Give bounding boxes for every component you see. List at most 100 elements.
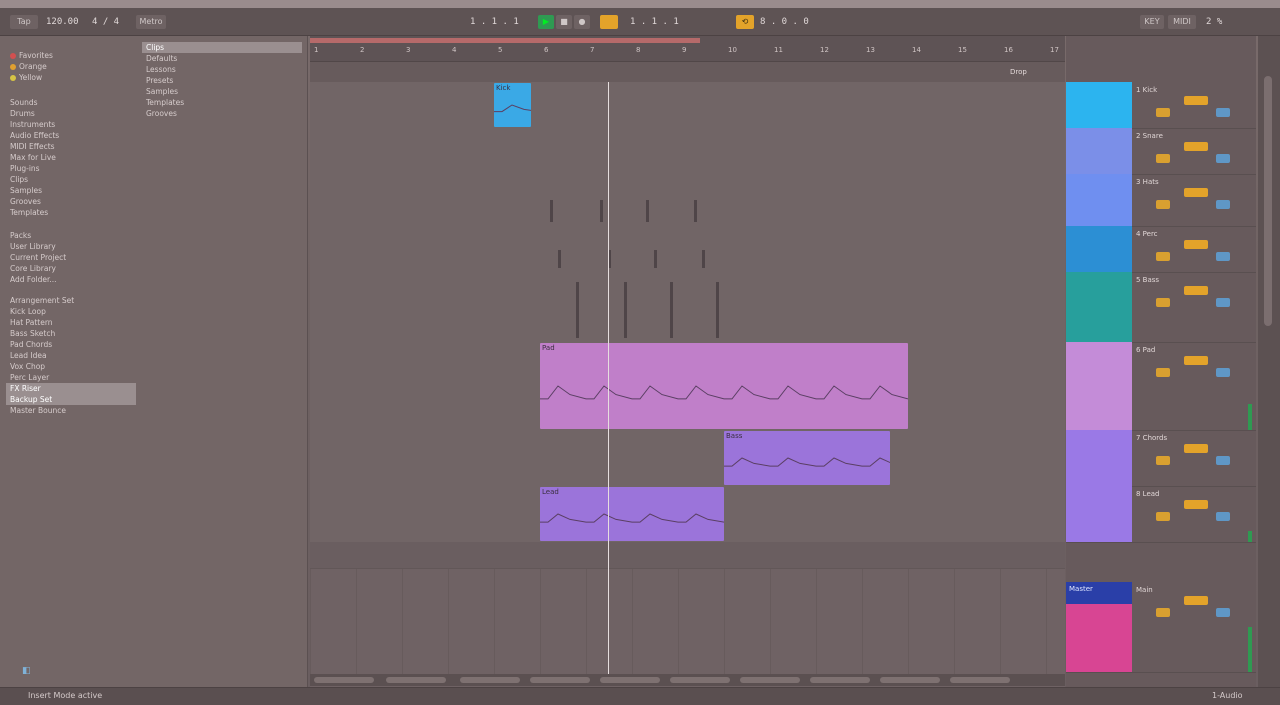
project-item[interactable]: Perc Layer [6,372,136,383]
track-color-strip[interactable] [1066,342,1132,430]
track-solo-button[interactable] [1156,456,1170,465]
track-solo-button[interactable] [1156,252,1170,261]
place-item[interactable]: User Library [6,241,136,252]
track-name[interactable]: 4 Perc [1136,230,1158,238]
track-arm-button[interactable] [1216,512,1230,521]
stop-button[interactable]: ■ [556,15,572,29]
signature-field[interactable]: 4 / 4 [92,15,128,29]
track-activator-button[interactable] [1184,444,1208,453]
track-lane[interactable] [310,128,1065,175]
track-color-strip[interactable] [1066,430,1132,486]
loop-switch[interactable]: ⟲ [736,15,754,29]
browser-toggle-icon[interactable]: ◧ [22,666,31,676]
project-item[interactable]: Vox Chop [6,361,136,372]
project-item-selected[interactable]: FX Riser [6,383,136,394]
place-item[interactable]: Core Library [6,263,136,274]
place-item[interactable]: Current Project [6,252,136,263]
project-item[interactable]: Lead Idea [6,350,136,361]
collection-item[interactable]: Orange [6,61,136,72]
track-color-strip[interactable] [1066,226,1132,272]
tap-button[interactable]: Tap [10,15,38,29]
track-activator-button[interactable] [1184,286,1208,295]
track-lane[interactable] [310,82,1065,129]
horizontal-scrollbar[interactable] [310,674,1065,686]
track-arm-button[interactable] [1216,298,1230,307]
track-header[interactable]: 3 Hats [1066,174,1256,227]
track-solo-button[interactable] [1156,200,1170,209]
track-arm-button[interactable] [1216,108,1230,117]
category-item[interactable]: Samples [6,185,136,196]
track-header[interactable]: 1 Kick [1066,82,1256,129]
vertical-scrollbar[interactable] [1258,36,1280,687]
scroll-thumb[interactable] [1264,76,1272,326]
place-item[interactable]: Add Folder... [6,274,136,285]
track-color-strip[interactable] [1066,174,1132,226]
project-item[interactable]: Pad Chords [6,339,136,350]
track-activator-button[interactable] [1184,356,1208,365]
locator-lane[interactable]: Drop [310,62,1065,82]
clip[interactable]: Pad [540,343,908,429]
track-name[interactable]: 6 Pad [1136,346,1155,354]
collection-item[interactable]: Favorites [6,50,136,61]
category-item[interactable]: Clips [6,174,136,185]
arrangement-record-button[interactable] [600,15,618,29]
project-item[interactable]: Hat Pattern [6,317,136,328]
track-lane[interactable] [310,542,1065,569]
track-activator-button[interactable] [1184,240,1208,249]
track-arm-button[interactable] [1216,154,1230,163]
category-item[interactable]: Plug-ins [6,163,136,174]
track-name[interactable]: 2 Snare [1136,132,1163,140]
track-lane[interactable] [310,226,1065,273]
project-item[interactable]: Bass Sketch [6,328,136,339]
track-solo-button[interactable] [1156,512,1170,521]
track-name[interactable]: 3 Hats [1136,178,1159,186]
category-item[interactable]: Templates [6,207,136,218]
track-lane[interactable] [310,174,1065,227]
track-name[interactable]: 7 Chords [1136,434,1167,442]
file-item[interactable]: Grooves [142,108,302,119]
midi-map-button[interactable]: MIDI [1168,15,1196,29]
place-item[interactable]: Packs [6,230,136,241]
category-item[interactable]: MIDI Effects [6,141,136,152]
track-header[interactable]: 2 Snare [1066,128,1256,175]
file-item[interactable]: Defaults [142,53,302,64]
track-solo-button[interactable] [1156,108,1170,117]
collection-item[interactable]: Yellow [6,72,136,83]
arrangement-position[interactable]: 1 . 1 . 1 [470,15,530,29]
track-arm-button[interactable] [1216,368,1230,377]
category-item[interactable]: Drums [6,108,136,119]
track-header[interactable]: 7 Chords [1066,430,1256,487]
category-item[interactable]: Grooves [6,196,136,207]
track-arm-button[interactable] [1216,608,1230,617]
loop-start-field[interactable]: 1 . 1 . 1 [630,15,686,29]
track-solo-button[interactable] [1156,154,1170,163]
file-item[interactable]: Presets [142,75,302,86]
category-item[interactable]: Sounds [6,97,136,108]
track-solo-button[interactable] [1156,368,1170,377]
project-item[interactable]: Master Bounce [6,405,136,416]
track-color-strip[interactable] [1066,486,1132,542]
file-item[interactable]: Clips [142,42,302,53]
track-activator-button[interactable] [1184,188,1208,197]
clip[interactable]: Bass [724,431,890,485]
category-item[interactable]: Audio Effects [6,130,136,141]
track-header[interactable]: 4 Perc [1066,226,1256,273]
clip[interactable]: Kick [494,83,531,127]
track-header[interactable]: 8 Lead [1066,486,1256,543]
category-item[interactable]: Max for Live [6,152,136,163]
category-item[interactable]: Instruments [6,119,136,130]
track-name[interactable]: Main [1136,586,1153,594]
project-item[interactable]: Arrangement Set [6,295,136,306]
track-lane[interactable] [310,430,1065,487]
record-button[interactable]: ● [574,15,590,29]
file-item[interactable]: Lessons [142,64,302,75]
track-lane[interactable] [310,272,1065,343]
master-track-header[interactable]: Master [1066,582,1132,604]
track-header[interactable]: 5 Bass [1066,272,1256,343]
file-item[interactable]: Samples [142,86,302,97]
track-activator-button[interactable] [1184,142,1208,151]
track-name[interactable]: 1 Kick [1136,86,1157,94]
track-name[interactable]: 5 Bass [1136,276,1159,284]
metronome-button[interactable]: Metro [136,15,166,29]
file-item[interactable]: Templates [142,97,302,108]
